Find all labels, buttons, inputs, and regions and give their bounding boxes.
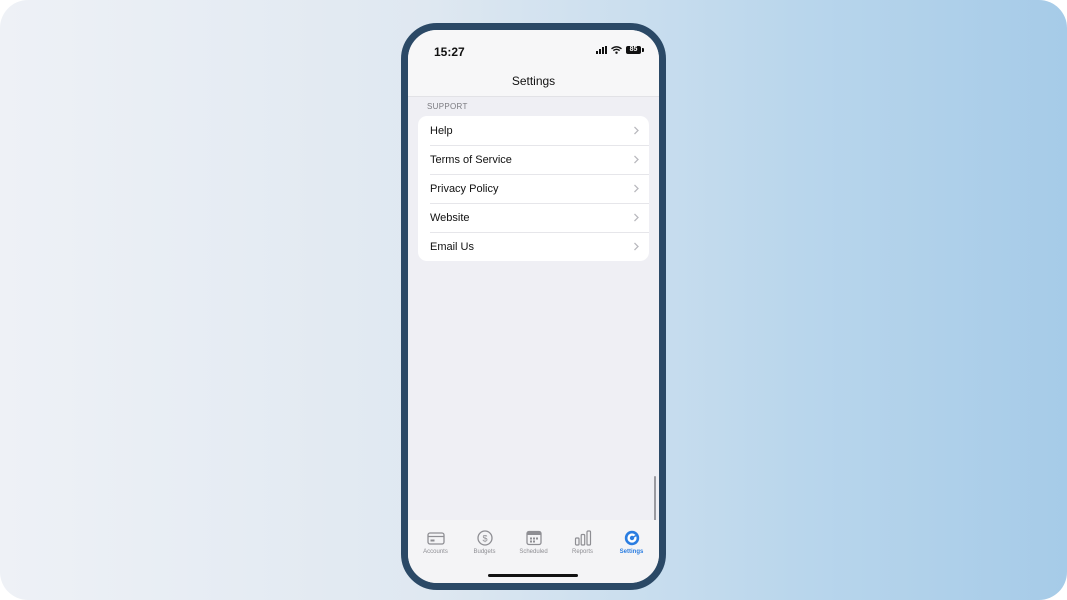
chevron-right-icon — [634, 155, 639, 164]
dollar-circle-icon: $ — [476, 530, 493, 546]
terms-of-service-row[interactable]: Terms of Service — [418, 145, 649, 174]
cellular-signal-icon — [596, 46, 607, 54]
row-label: Help — [430, 124, 453, 137]
calendar-icon — [525, 530, 542, 546]
tab-label: Budgets — [473, 549, 496, 555]
chevron-right-icon — [634, 184, 639, 193]
battery-icon: 85 — [626, 46, 644, 54]
background: 15:27 85 Settings SUPPORT Help Terms of … — [0, 0, 1067, 600]
chevron-right-icon — [634, 126, 639, 135]
navigation-bar: Settings — [408, 70, 659, 97]
tab-accounts[interactable]: Accounts — [411, 520, 460, 583]
row-label: Email Us — [430, 240, 475, 253]
phone-frame: 15:27 85 Settings SUPPORT Help Terms of … — [401, 23, 666, 590]
tab-label: Accounts — [423, 549, 448, 555]
tab-bar: Accounts $ Budgets Scheduled Reports Set… — [408, 520, 659, 583]
settings-icon — [624, 530, 639, 546]
chevron-right-icon — [634, 242, 639, 251]
help-row[interactable]: Help — [418, 116, 649, 145]
svg-text:$: $ — [482, 534, 487, 544]
support-list: Help Terms of Service Privacy Policy Web… — [418, 116, 649, 261]
section-header-support: SUPPORT — [427, 102, 468, 111]
page-title: Settings — [511, 74, 556, 88]
status-bar: 15:27 85 — [408, 30, 659, 70]
privacy-policy-row[interactable]: Privacy Policy — [418, 174, 649, 203]
tab-label: Reports — [571, 549, 593, 555]
row-label: Privacy Policy — [430, 182, 499, 195]
status-time: 15:27 — [434, 45, 465, 59]
tab-label: Scheduled — [519, 549, 548, 555]
website-row[interactable]: Website — [418, 203, 649, 232]
status-icons: 85 — [596, 46, 644, 54]
row-label: Website — [430, 211, 470, 224]
chevron-right-icon — [634, 213, 639, 222]
credit-card-icon — [426, 532, 445, 545]
home-indicator — [488, 574, 578, 577]
email-us-row[interactable]: Email Us — [418, 232, 649, 261]
wifi-icon — [611, 46, 622, 54]
tab-settings[interactable]: Settings — [607, 520, 656, 583]
row-label: Terms of Service — [430, 153, 512, 166]
tab-label: Settings — [619, 549, 644, 555]
bar-chart-icon — [574, 530, 591, 546]
